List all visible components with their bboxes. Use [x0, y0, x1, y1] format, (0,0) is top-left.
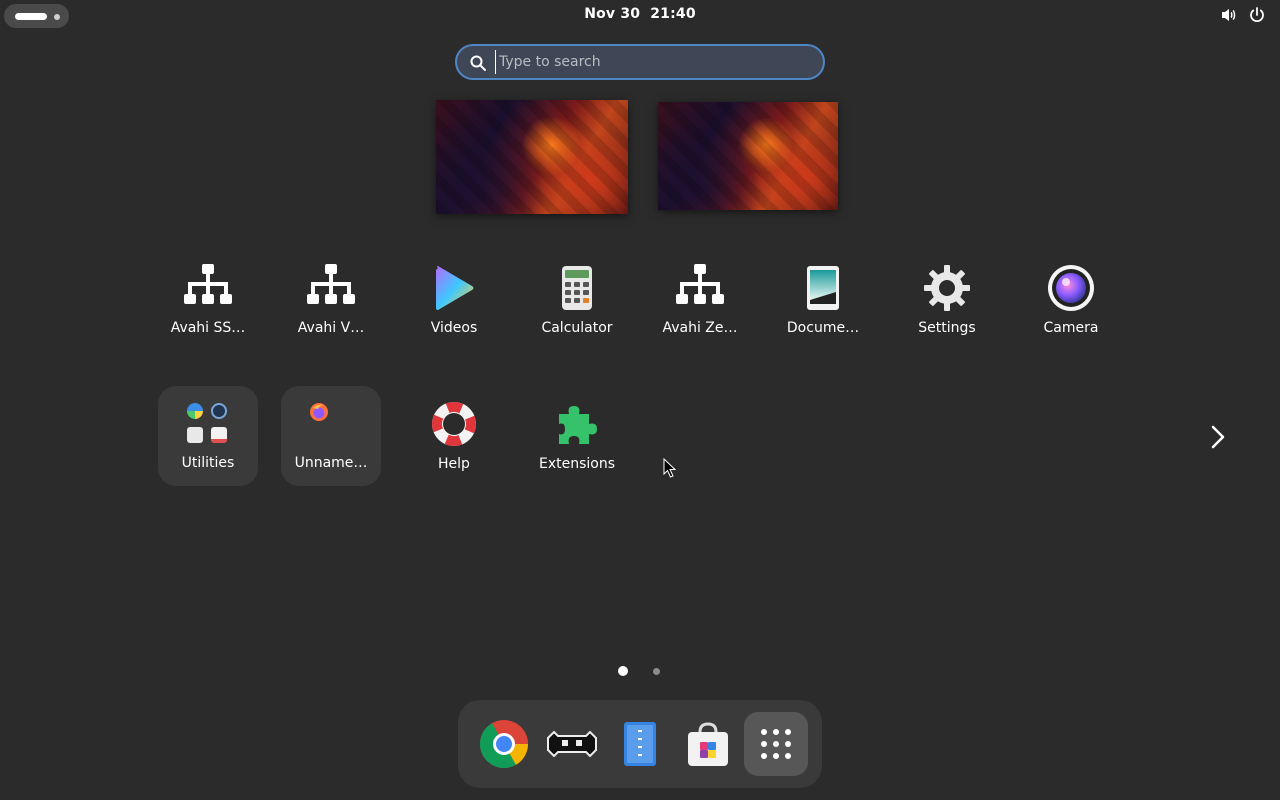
app-avahi-zeroconf[interactable]: Avahi Ze…	[650, 264, 750, 364]
power-icon[interactable]	[1248, 6, 1266, 24]
app-label: Help	[438, 456, 470, 472]
app-extensions[interactable]: Extensions	[527, 400, 627, 500]
dash	[458, 700, 822, 788]
top-bar: Nov 30 21:40	[0, 0, 1280, 32]
videos-icon	[436, 266, 474, 310]
clock[interactable]: Nov 30 21:40	[0, 6, 1280, 22]
search-icon	[470, 55, 486, 71]
app-help[interactable]: Help	[404, 400, 504, 500]
show-apps-icon	[760, 728, 792, 760]
software-store-icon[interactable]	[676, 712, 740, 776]
clock-time: 21:40	[650, 6, 696, 22]
app-avahi-ssh[interactable]: Avahi SS…	[158, 264, 258, 364]
app-settings[interactable]: Settings	[897, 264, 997, 364]
chrome-icon[interactable]	[472, 712, 536, 776]
app-label: Avahi V…	[297, 320, 365, 336]
document-scanner-icon	[807, 266, 839, 310]
firefox-icon	[310, 403, 328, 421]
folder-preview-icon	[187, 427, 203, 443]
app-label: Extensions	[538, 456, 616, 472]
app-label: Calculator	[541, 320, 613, 336]
puzzle-icon	[559, 406, 597, 444]
app-label: Avahi SS…	[170, 320, 246, 336]
app-avahi-vnc[interactable]: Avahi V…	[281, 264, 381, 364]
clock-date: Nov 30	[584, 6, 641, 22]
app-document-scanner[interactable]: Docume…	[773, 264, 873, 364]
folder-utilities[interactable]: Utilities	[158, 386, 258, 486]
app-label: Camera	[1043, 320, 1099, 336]
gear-icon	[924, 265, 970, 311]
retroarch-icon[interactable]	[540, 712, 604, 776]
show-apps-button[interactable]	[744, 712, 808, 776]
folder-preview-icon	[187, 403, 203, 419]
search-input[interactable]	[495, 50, 805, 74]
app-videos[interactable]: Videos	[404, 264, 504, 364]
text-editor-icon[interactable]	[608, 712, 672, 776]
search-box[interactable]	[455, 44, 825, 80]
folder-label: Unname…	[294, 455, 368, 471]
calculator-icon	[562, 266, 592, 310]
mouse-cursor-icon	[663, 458, 677, 478]
app-calculator[interactable]: Calculator	[527, 264, 627, 364]
folder-preview-icon	[211, 403, 227, 419]
camera-icon	[1048, 265, 1094, 311]
page-dot-inactive[interactable]	[653, 668, 660, 675]
app-label: Avahi Ze…	[662, 320, 738, 336]
workspace-thumbnail-2[interactable]	[658, 102, 838, 210]
folder-label: Utilities	[181, 455, 235, 471]
lifebuoy-icon	[432, 402, 476, 446]
folder-preview-icon	[211, 427, 227, 443]
volume-icon[interactable]	[1220, 6, 1238, 24]
app-label: Settings	[918, 320, 976, 336]
chevron-right-icon[interactable]	[1206, 424, 1230, 450]
app-label: Docume…	[786, 320, 860, 336]
app-label: Videos	[430, 320, 478, 336]
page-indicator	[0, 666, 1280, 676]
system-tray[interactable]	[1220, 6, 1266, 24]
folder-unnamed[interactable]: Unname…	[281, 386, 381, 486]
network-icon	[676, 264, 724, 304]
page-dot-active[interactable]	[618, 666, 628, 676]
network-icon	[184, 264, 232, 304]
app-camera[interactable]: Camera	[1021, 264, 1121, 364]
workspace-thumbnail-1[interactable]	[436, 100, 628, 214]
network-icon	[307, 264, 355, 304]
